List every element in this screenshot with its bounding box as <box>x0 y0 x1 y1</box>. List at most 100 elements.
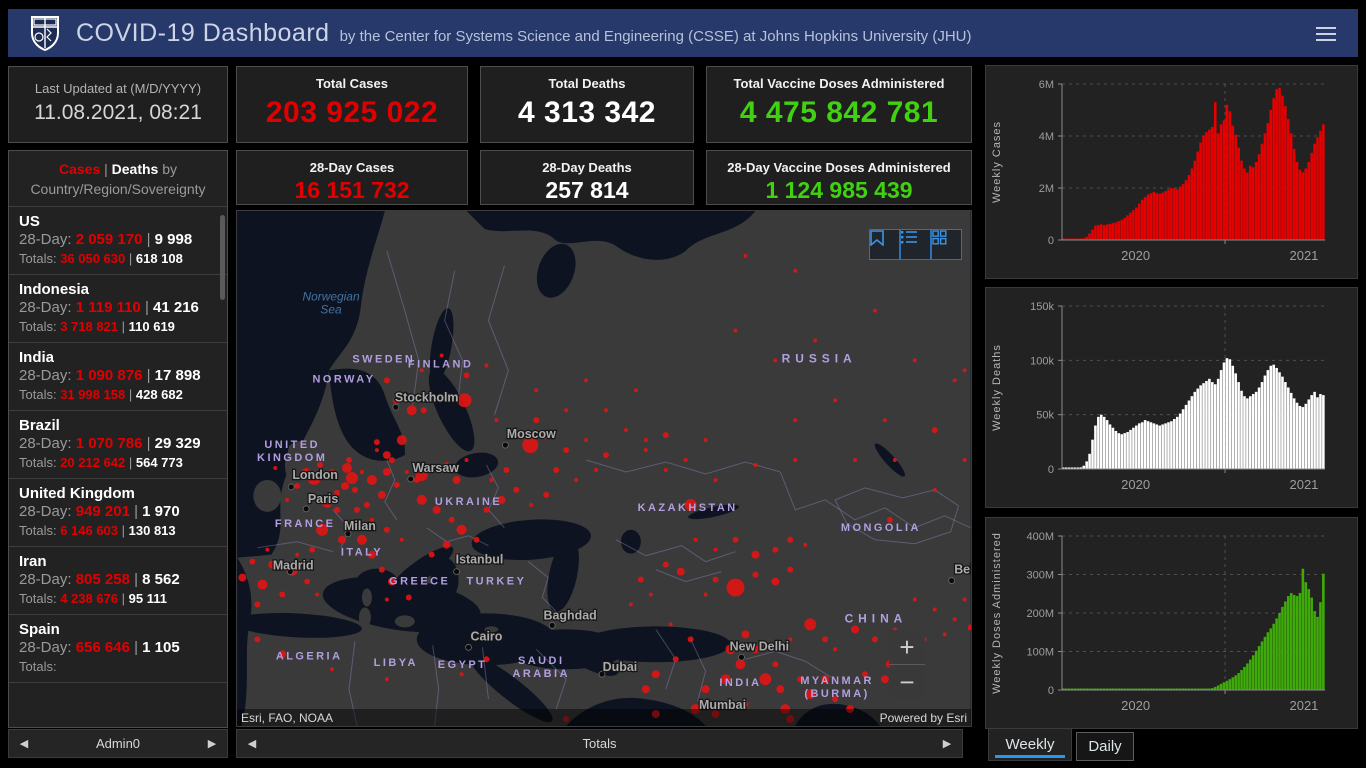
case-bubble[interactable] <box>254 636 261 643</box>
case-bubble[interactable] <box>459 672 464 677</box>
case-bubble[interactable] <box>773 358 778 363</box>
case-bubble[interactable] <box>623 428 628 433</box>
case-bubble[interactable] <box>238 573 247 582</box>
tab-daily[interactable]: Daily <box>1076 732 1134 761</box>
case-bubble[interactable] <box>338 535 347 544</box>
case-bubble[interactable] <box>346 471 358 484</box>
case-bubble[interactable] <box>388 457 395 464</box>
case-bubble[interactable] <box>793 268 798 273</box>
case-bubble[interactable] <box>374 448 379 453</box>
case-bubble[interactable] <box>384 597 389 602</box>
case-bubble[interactable] <box>962 368 967 373</box>
case-bubble[interactable] <box>803 542 808 547</box>
case-bubble[interactable] <box>687 636 694 643</box>
case-bubble[interactable] <box>594 468 599 472</box>
case-bubble[interactable] <box>574 477 579 482</box>
case-bubble[interactable] <box>735 659 746 670</box>
zoom-out-button[interactable]: − <box>889 664 925 699</box>
case-bubble[interactable] <box>420 407 427 414</box>
case-bubble[interactable] <box>813 338 818 343</box>
case-bubble[interactable] <box>249 558 256 565</box>
case-bubble[interactable] <box>346 457 352 464</box>
case-bubble[interactable] <box>853 458 858 463</box>
country-row[interactable]: US 28-Day: 2 059 170 | 9 998 Totals: 36 05… <box>9 207 227 275</box>
legend-list-icon[interactable] <box>900 229 931 260</box>
world-map[interactable]: Norwegian Sea NORWAY SWEDEN FINLAND RUSSIA UNI… <box>236 210 972 727</box>
case-bubble[interactable] <box>564 408 569 413</box>
case-bubble[interactable] <box>396 435 407 446</box>
case-bubble[interactable] <box>529 502 534 507</box>
case-bubble[interactable] <box>254 601 261 608</box>
case-bubble[interactable] <box>309 546 316 553</box>
case-bubble[interactable] <box>643 438 648 443</box>
country-row[interactable]: Iran 28-Day: 805 258 | 8 562 Totals: 4 238… <box>9 547 227 615</box>
case-bubble[interactable] <box>373 439 380 446</box>
case-bubble[interactable] <box>703 438 708 443</box>
case-bubble[interactable] <box>265 547 270 552</box>
case-bubble[interactable] <box>294 482 301 489</box>
case-bubble[interactable] <box>513 486 520 493</box>
case-bubble[interactable] <box>393 481 400 488</box>
case-bubble[interactable] <box>776 685 785 694</box>
case-bubble[interactable] <box>628 602 633 607</box>
case-bubble[interactable] <box>962 597 967 602</box>
case-bubble[interactable] <box>648 592 653 597</box>
case-bubble[interactable] <box>315 592 320 597</box>
case-bubble[interactable] <box>880 675 889 684</box>
case-bubble[interactable] <box>359 469 364 474</box>
case-bubble[interactable] <box>872 308 877 313</box>
case-bubble[interactable] <box>404 469 409 474</box>
admin-prev-arrow-icon[interactable]: ◀ <box>9 737 39 750</box>
zoom-in-button[interactable]: + <box>889 630 925 664</box>
tab-weekly[interactable]: Weekly <box>988 729 1072 761</box>
case-bubble[interactable] <box>662 561 669 568</box>
case-bubble[interactable] <box>871 636 878 643</box>
case-bubble[interactable] <box>428 551 435 558</box>
case-bubble[interactable] <box>793 418 798 423</box>
case-bubble[interactable] <box>952 617 957 622</box>
case-bubble[interactable] <box>751 550 760 559</box>
case-bubble[interactable] <box>383 377 390 384</box>
case-bubble[interactable] <box>732 536 739 543</box>
case-bubble[interactable] <box>503 467 510 473</box>
case-bubble[interactable] <box>743 253 748 258</box>
case-bubble[interactable] <box>668 622 673 627</box>
case-bubble[interactable] <box>637 576 644 583</box>
case-bubble[interactable] <box>952 378 957 383</box>
case-bubble[interactable] <box>772 661 779 668</box>
case-bubble[interactable] <box>279 591 286 598</box>
case-bubble[interactable] <box>342 463 352 473</box>
case-bubble[interactable] <box>439 353 444 358</box>
case-bubble[interactable] <box>603 452 609 459</box>
case-bubble[interactable] <box>534 388 539 393</box>
case-bubble[interactable] <box>604 408 608 413</box>
case-bubble[interactable] <box>489 477 494 482</box>
case-bubble[interactable] <box>457 393 472 408</box>
case-bubble[interactable] <box>543 491 550 498</box>
case-bubble[interactable] <box>912 358 917 363</box>
case-bubble[interactable] <box>892 458 897 463</box>
case-bubble[interactable] <box>851 625 860 634</box>
case-bubble[interactable] <box>713 547 718 552</box>
case-bubble[interactable] <box>406 405 417 416</box>
case-bubble[interactable] <box>383 526 390 533</box>
case-bubble[interactable] <box>771 577 780 586</box>
case-bubble[interactable] <box>405 594 412 601</box>
admin-next-arrow-icon[interactable]: ▶ <box>197 737 227 750</box>
case-bubble[interactable] <box>384 677 389 682</box>
case-bubble[interactable] <box>463 372 470 379</box>
case-bubble[interactable] <box>378 566 385 573</box>
case-bubble[interactable] <box>793 458 798 463</box>
case-bubble[interactable] <box>633 388 638 393</box>
map-mode-next-arrow-icon[interactable]: ▶ <box>932 737 962 750</box>
case-bubble[interactable] <box>584 378 589 383</box>
case-bubble[interactable] <box>377 490 386 499</box>
case-bubble[interactable] <box>962 458 967 463</box>
case-bubble[interactable] <box>931 427 938 434</box>
case-bubble[interactable] <box>353 506 360 513</box>
country-row[interactable]: Indonesia 28-Day: 1 119 110 | 41 216 Total… <box>9 275 227 343</box>
case-bubble[interactable] <box>351 486 358 493</box>
case-bubble[interactable] <box>683 458 688 463</box>
case-bubble[interactable] <box>701 685 710 694</box>
country-row[interactable]: United Kingdom 28-Day: 949 201 | 1 970 Tot… <box>9 479 227 547</box>
